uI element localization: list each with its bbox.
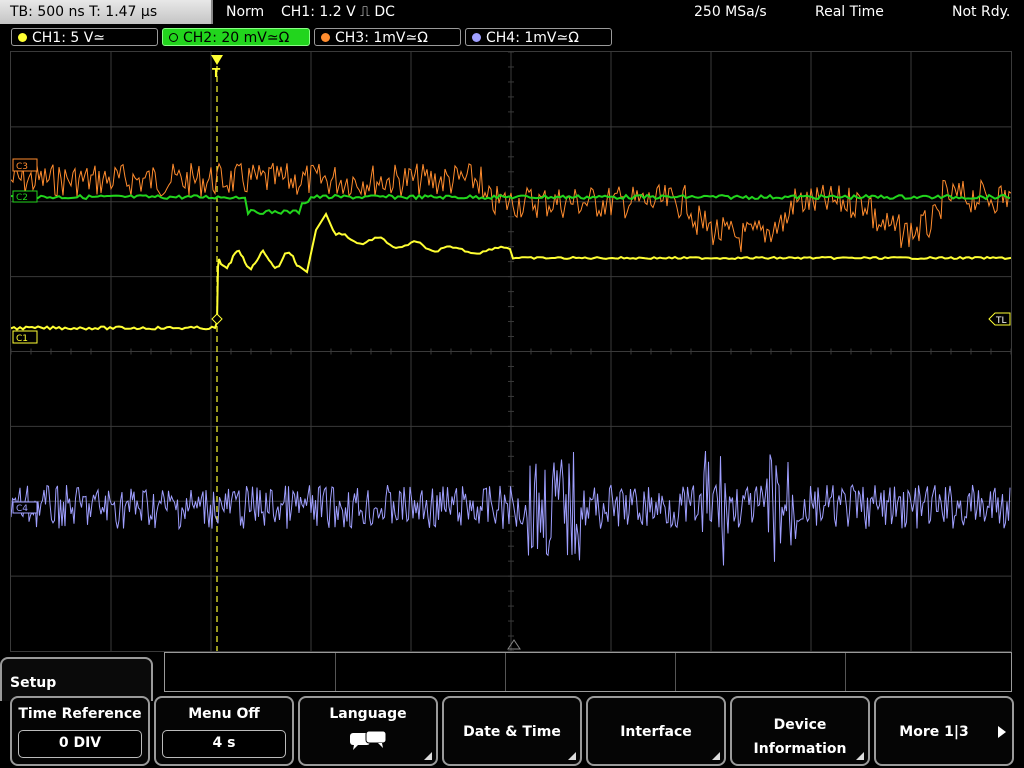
device-information-button[interactable]: Device Information	[730, 696, 870, 766]
speech-bubbles-icon	[350, 730, 387, 750]
waveform-display[interactable]: C3 C2 C1 C4 TL T	[10, 51, 1012, 652]
channel-3-marker-label: C3	[16, 162, 28, 172]
trigger-setting: CH1: 1.2 V ⎍ DC	[281, 4, 395, 20]
channel-2-label: CH2: 20 mV≃Ω	[183, 30, 290, 46]
menu-off-value: 4 s	[162, 730, 286, 758]
menu-off-label: Menu Off	[188, 706, 260, 722]
graticule	[11, 52, 1011, 651]
language-button[interactable]: Language	[298, 696, 438, 766]
time-reference-label: Time Reference	[18, 706, 142, 722]
trigger-position-marker[interactable]: T	[211, 55, 223, 80]
info-divider	[675, 653, 676, 691]
channel-2-dot-icon	[169, 33, 178, 42]
submenu-corner-icon	[568, 752, 576, 760]
sample-rate: 250 MSa/s	[694, 4, 767, 20]
trigger-mode: Norm	[226, 4, 265, 20]
channel-bar: CH1: 5 V≃ CH2: 20 mV≃Ω CH3: 1mV≃Ω CH4: 1…	[0, 26, 1024, 48]
device-information-line1: Device	[773, 717, 827, 733]
trigger-point-marker	[211, 313, 223, 325]
submenu-corner-icon	[856, 752, 864, 760]
channel-4-marker[interactable]: C4	[12, 501, 38, 514]
channel-1-marker[interactable]: C1	[12, 330, 38, 344]
channel-1-label: CH1: 5 V≃	[32, 30, 106, 46]
menu-info-bar	[164, 652, 1012, 692]
device-information-line2: Information	[753, 741, 847, 757]
channel-4-dot-icon	[472, 33, 481, 42]
device-information-label: Device Information	[732, 713, 868, 761]
time-reference-icon	[507, 639, 521, 650]
time-reference-button[interactable]: Time Reference 0 DIV	[10, 696, 150, 766]
date-time-button[interactable]: Date & Time	[442, 696, 582, 766]
acquisition-mode: Real Time	[815, 4, 884, 20]
submenu-corner-icon	[424, 752, 432, 760]
menu-off-button[interactable]: Menu Off 4 s	[154, 696, 294, 766]
setup-title-label: Setup	[10, 675, 57, 691]
channel-1-marker-label: C1	[16, 334, 28, 344]
interface-label: Interface	[620, 724, 692, 740]
timebase-readout[interactable]: TB: 500 ns T: 1.47 µs	[0, 0, 213, 24]
info-divider	[505, 653, 506, 691]
channel-4-tab[interactable]: CH4: 1mV≃Ω	[465, 28, 612, 46]
arrow-right-icon	[998, 726, 1006, 738]
channel-1-dot-icon	[18, 33, 27, 42]
channel-4-label: CH4: 1mV≃Ω	[486, 30, 579, 46]
acquisition-state: Not Rdy.	[952, 4, 1011, 20]
more-label: More 1|3	[899, 724, 969, 740]
submenu-corner-icon	[712, 752, 720, 760]
waveform-canvas[interactable]: C3 C2 C1 C4 TL T	[11, 52, 1011, 651]
channel-1-tab[interactable]: CH1: 5 V≃	[11, 28, 158, 46]
channel-2-tab[interactable]: CH2: 20 mV≃Ω	[162, 28, 310, 46]
channel-3-tab[interactable]: CH3: 1mV≃Ω	[314, 28, 461, 46]
interface-button[interactable]: Interface	[586, 696, 726, 766]
channel-4-marker-label: C4	[16, 504, 28, 514]
setup-menu-title: Setup	[0, 657, 153, 701]
language-label: Language	[329, 706, 407, 722]
more-button[interactable]: More 1|3	[874, 696, 1014, 766]
trigger-position-label: T	[212, 66, 221, 80]
channel-3-dot-icon	[321, 33, 330, 42]
info-divider	[335, 653, 336, 691]
date-time-label: Date & Time	[463, 724, 561, 740]
trigger-level-marker-label: TL	[995, 316, 1007, 326]
channel-3-label: CH3: 1mV≃Ω	[335, 30, 428, 46]
time-reference-value: 0 DIV	[18, 730, 142, 758]
menu-area: Setup Time Reference 0 DIV Menu Off 4 s …	[0, 652, 1024, 768]
info-divider	[845, 653, 846, 691]
trigger-level-marker[interactable]: TL	[988, 312, 1011, 326]
status-bar: TB: 500 ns T: 1.47 µs Norm CH1: 1.2 V ⎍ …	[0, 0, 1024, 25]
channel-2-marker-label: C2	[16, 193, 28, 203]
channel-2-marker[interactable]: C2	[12, 190, 38, 203]
channel-3-marker[interactable]: C3	[12, 158, 38, 172]
